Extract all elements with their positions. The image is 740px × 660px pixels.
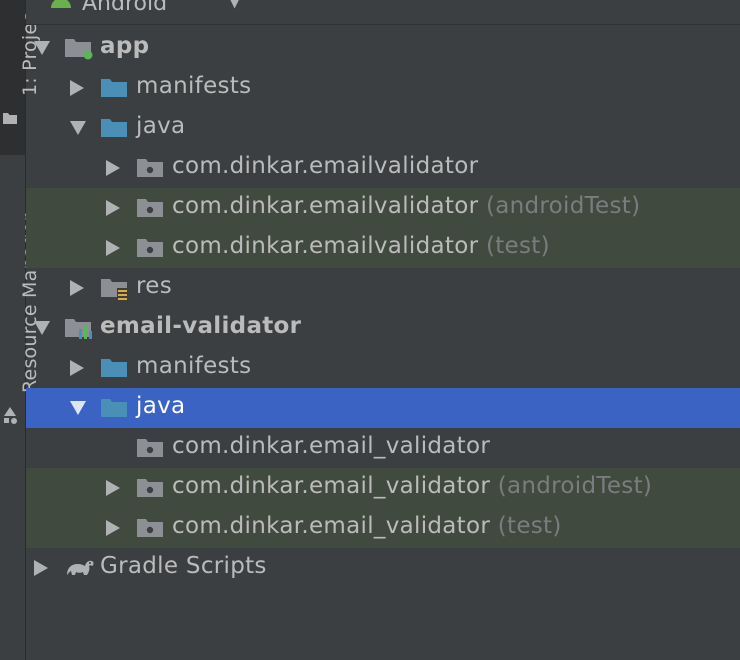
resource-manager-tool-tab[interactable]: Resource Manager [0,175,41,435]
tree-row[interactable]: java [26,108,740,148]
expand-arrow-right-icon[interactable] [34,560,48,576]
module-folder-icon [64,35,94,65]
expand-arrow-right-icon[interactable] [106,480,120,496]
expand-arrow-right-icon[interactable] [70,80,84,96]
tree-row-label: com.dinkar.email_validator (androidTest) [172,473,652,499]
tree-row-name: manifests [136,73,252,99]
tree-row-name: Gradle Scripts [100,553,267,579]
package-icon [136,235,164,263]
tree-row[interactable]: manifests [26,68,740,108]
package-icon [136,195,164,223]
project-tool-tab[interactable]: 1: Projec [0,0,41,155]
expand-arrow-down-icon[interactable] [70,121,86,135]
tree-row-label: com.dinkar.emailvalidator (test) [172,233,550,259]
tree-row-label: com.dinkar.email_validator (test) [172,513,562,539]
tree-row-label: com.dinkar.emailvalidator (androidTest) [172,193,640,219]
tree-row[interactable]: com.dinkar.emailvalidator [26,148,740,188]
resource-manager-icon [4,407,17,424]
expand-arrow-right-icon[interactable] [106,240,120,256]
folder-icon [100,115,128,143]
expand-arrow-right-icon[interactable] [70,360,84,376]
tree-row[interactable]: Gradle Scripts [26,548,740,588]
source-set-suffix: (test) [478,233,550,259]
expand-arrow-right-icon[interactable] [106,160,120,176]
tree-row-label: manifests [136,353,251,379]
package-icon [136,475,164,503]
tree-row[interactable]: app [26,28,740,68]
tree-row-name: com.dinkar.emailvalidator [172,193,479,219]
tree-row[interactable]: email-validator [26,308,740,348]
package-icon [136,515,164,543]
tree-row-name: java [136,393,186,419]
source-set-suffix: (test) [490,513,562,539]
tree-row-label: java [136,113,185,139]
tree-row-name: com.dinkar.email_validator [172,473,491,499]
source-set-suffix: (androidTest) [478,193,641,219]
tree-row-name: com.dinkar.email_validator [172,433,491,459]
tree-row[interactable]: res [26,268,740,308]
package-icon [136,155,164,183]
folder-icon [3,113,17,124]
expand-arrow-down-icon[interactable] [70,401,86,415]
chevron-down-icon[interactable]: ▼ [230,0,239,10]
tree-row[interactable]: com.dinkar.emailvalidator (test) [26,228,740,268]
library-module-icon [64,315,94,345]
view-selector-label[interactable]: Android [82,0,167,16]
package-icon [136,435,164,463]
source-set-suffix: (androidTest) [490,473,653,499]
tree-row-name: com.dinkar.email_validator [172,513,491,539]
tree-row-name: com.dinkar.emailvalidator [172,153,479,179]
tree-row-label: com.dinkar.email_validator [172,433,490,459]
gradle-icon [64,555,96,583]
tree-row[interactable]: manifests [26,348,740,388]
tree-row[interactable]: com.dinkar.emailvalidator (androidTest) [26,188,740,228]
tree-row-label: email-validator [100,313,301,339]
tree-row-name: email-validator [100,313,302,339]
tree-row-name: com.dinkar.emailvalidator [172,233,479,259]
tree-row-label: Gradle Scripts [100,553,267,579]
project-tree: app manifests java com.dinkar.emailvalidato… [26,28,740,588]
tree-row-name: res [136,273,172,299]
tree-row-label: app [100,33,149,59]
tree-row-label: java [136,393,185,419]
tree-row[interactable]: com.dinkar.email_validator (test) [26,508,740,548]
project-view-header: Android ▼ [26,0,740,25]
expand-arrow-right-icon[interactable] [70,280,84,296]
android-icon [51,0,71,8]
tree-row-name: app [100,33,150,59]
tool-window-stripe: 1: Projec Resource Manager [0,0,41,660]
tree-row-label: manifests [136,73,251,99]
expand-arrow-down-icon[interactable] [34,321,50,335]
expand-arrow-right-icon[interactable] [106,200,120,216]
tree-row[interactable]: java [26,388,740,428]
tree-row-label: res [136,273,172,299]
expand-arrow-right-icon[interactable] [106,520,120,536]
tree-row-name: manifests [136,353,252,379]
res-folder-icon [100,275,130,305]
tree-row-name: java [136,113,186,139]
folder-icon [100,395,128,423]
tree-row[interactable]: com.dinkar.email_validator [26,428,740,468]
tree-row[interactable]: com.dinkar.email_validator (androidTest) [26,468,740,508]
folder-icon [100,75,128,103]
tree-row-label: com.dinkar.emailvalidator [172,153,478,179]
folder-icon [100,355,128,383]
expand-arrow-down-icon[interactable] [34,41,50,55]
